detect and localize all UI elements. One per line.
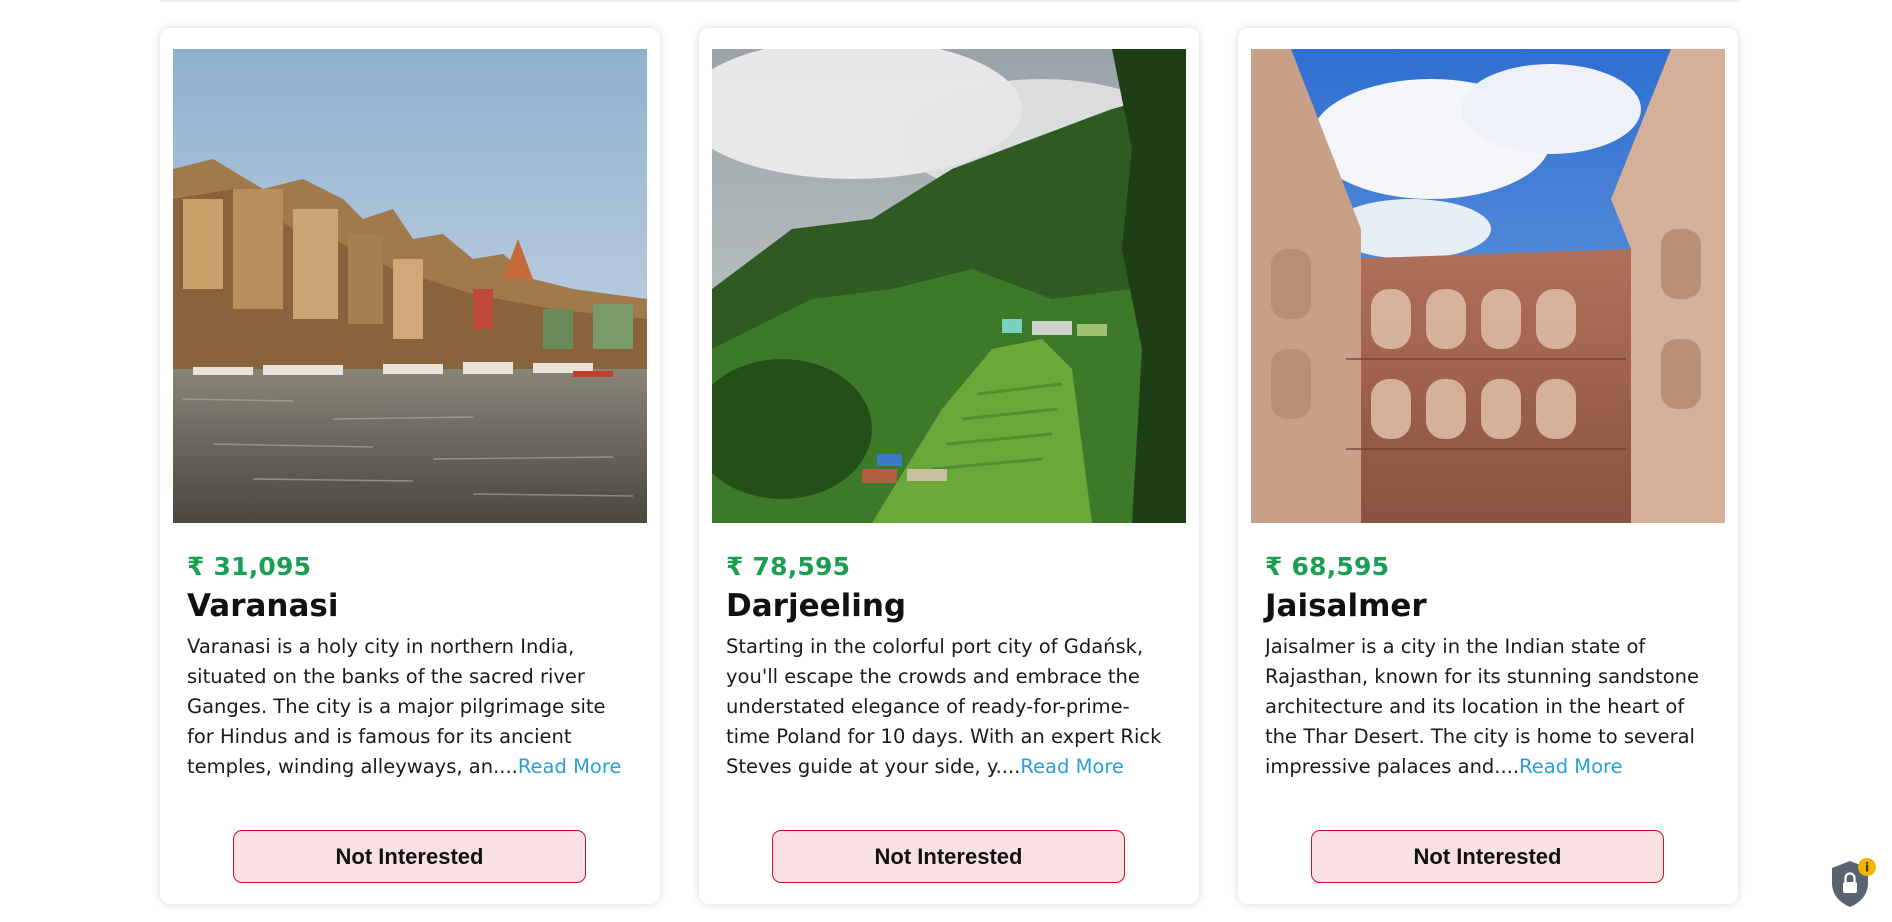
destination-name: Darjeeling [726, 588, 907, 624]
not-interested-button[interactable]: Not Interested [233, 830, 586, 883]
destination-image[interactable] [1251, 49, 1725, 523]
destination-card: ₹ 78,595 Darjeeling Starting in the colo… [699, 28, 1199, 904]
read-more-link[interactable]: Read More [1519, 755, 1623, 778]
page: ₹ 31,095 Varanasi Varanasi is a holy cit… [0, 0, 1892, 922]
destination-card: ₹ 68,595 Jaisalmer Jaisalmer is a city i… [1238, 28, 1738, 904]
destination-description: Jaisalmer is a city in the Indian state … [1265, 632, 1711, 782]
destination-card: ₹ 31,095 Varanasi Varanasi is a holy cit… [160, 28, 660, 904]
destination-name: Varanasi [187, 588, 339, 624]
description-text: Jaisalmer is a city in the Indian state … [1265, 635, 1699, 778]
price-label: ₹ 68,595 [1265, 552, 1390, 581]
destination-image[interactable] [712, 49, 1186, 523]
destination-card-list: ₹ 31,095 Varanasi Varanasi is a holy cit… [160, 28, 1738, 904]
top-divider [160, 0, 1740, 2]
badge-info-text: i [1865, 861, 1869, 875]
privacy-shield-widget[interactable]: i [1828, 855, 1878, 910]
destination-description: Varanasi is a holy city in northern Indi… [187, 632, 633, 782]
destination-image[interactable] [173, 49, 647, 523]
read-more-link[interactable]: Read More [518, 755, 622, 778]
destination-description: Starting in the colorful port city of Gd… [726, 632, 1172, 782]
read-more-link[interactable]: Read More [1020, 755, 1124, 778]
lock-shield-icon: i [1832, 858, 1876, 907]
price-label: ₹ 31,095 [187, 552, 312, 581]
destination-name: Jaisalmer [1265, 588, 1427, 624]
not-interested-button[interactable]: Not Interested [1311, 830, 1664, 883]
not-interested-button[interactable]: Not Interested [772, 830, 1125, 883]
price-label: ₹ 78,595 [726, 552, 851, 581]
